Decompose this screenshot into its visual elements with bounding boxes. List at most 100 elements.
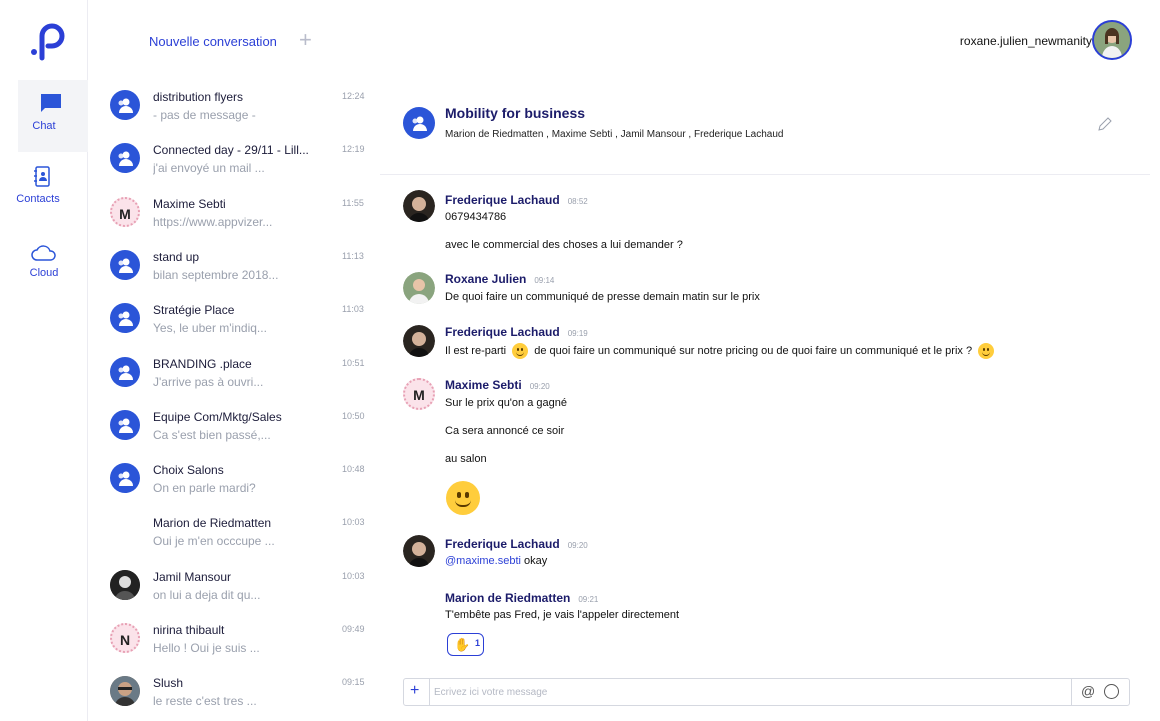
conversation-time: 10:48 [342, 464, 365, 475]
conversation-preview: J'arrive pas à ouvri... [153, 374, 264, 389]
conversation-preview: le reste c'est tres ... [153, 694, 257, 709]
message-text: avec le commercial des choses a lui dema… [445, 239, 683, 251]
conversation-time: 11:13 [342, 250, 364, 261]
divider [429, 679, 430, 705]
app-window: Chat Contacts Cloud Nouvelle conversatio… [0, 0, 1160, 721]
message-text: au salon [445, 453, 487, 465]
room-avatar [403, 107, 435, 139]
conversation-item[interactable]: Nnirina thibault Hello ! Oui je suis ... 0… [88, 613, 380, 665]
nav-item-contacts[interactable]: Contacts [16, 165, 68, 225]
conversation-preview: On en parle mardi? [153, 481, 256, 496]
conversation-name: Equipe Com/Mktg/Sales [153, 409, 282, 424]
sender-avatar [403, 272, 435, 304]
conversation-time: 10:03 [342, 570, 365, 581]
conversation-item[interactable]: Jamil Mansour on lui a deja dit qu... 10:0… [88, 560, 380, 612]
contact-avatar [110, 569, 140, 600]
nav-label-contacts: Contacts [16, 193, 60, 205]
smile-emoji-icon [512, 343, 529, 359]
conversation-item[interactable]: Equipe Com/Mktg/Sales Ca s'est bien passé… [88, 400, 380, 452]
group-avatar [110, 90, 140, 120]
emoji-picker-icon[interactable] [1104, 684, 1119, 699]
conversation-item[interactable]: Stratégie Place Yes, le uber m'indiq... 11… [88, 293, 380, 345]
new-conversation-link[interactable]: Nouvelle conversation [149, 34, 277, 49]
conversation-time: 10:51 [342, 357, 365, 368]
conversation-name: Jamil Mansour [153, 569, 232, 584]
group-avatar [110, 463, 140, 494]
group-icon [118, 365, 133, 380]
conversation-preview: Yes, le uber m'indiq... [153, 321, 267, 336]
message-input[interactable] [434, 682, 1064, 702]
conversation-item[interactable]: distribution flyers - pas de message - 12:… [88, 80, 380, 132]
conversation-preview: Hello ! Oui je suis ... [153, 641, 260, 655]
conversation-name: Marion de Riedmatten [153, 516, 272, 531]
user-avatar[interactable] [1092, 20, 1132, 60]
new-conversation-plus-icon[interactable]: + [299, 27, 312, 53]
message-sender: Marion de Riedmatten 09:21 [445, 591, 599, 605]
conversation-time: 11:03 [342, 304, 364, 315]
conversation-item[interactable]: M Maxime Sebti https://www.appvizer... 11:5… [88, 187, 380, 239]
conversation-preview: Oui je m'en occcupe ... [153, 534, 275, 549]
conversation-preview: on lui a deja dit qu... [153, 587, 261, 602]
user-mention[interactable]: @maxime.sebti [445, 555, 521, 567]
conversation-name: Slush [153, 676, 184, 691]
app-logo-icon[interactable] [30, 22, 70, 62]
conversation-item[interactable]: Choix Salons On en parle mardi? 10:48 [88, 453, 380, 505]
conversation-name: BRANDING .place [153, 356, 252, 371]
conversation-item[interactable]: stand up bilan septembre 2018... 11:13 [88, 240, 380, 292]
user-photo-icon [1094, 22, 1130, 58]
attach-plus-icon[interactable]: + [410, 682, 419, 700]
message-text: T'embête pas Fred, je vais l'appeler dir… [445, 609, 680, 621]
sender-avatar: M [403, 378, 435, 410]
conversation-name: Maxime Sebti [153, 196, 226, 211]
conversation-list: distribution flyers - pas de message - 12:… [88, 75, 380, 721]
conversation-preview: j'ai envoyé un mail ... [153, 161, 265, 176]
group-icon [412, 116, 427, 131]
conversation-preview: bilan septembre 2018... [153, 267, 279, 282]
conversation-name: distribution flyers [153, 90, 244, 104]
conversation-item[interactable]: BRANDING .place J'arrive pas à ouvri... 10… [88, 347, 380, 399]
group-icon [118, 258, 133, 273]
conversation-item[interactable]: Connected day - 29/11 - Lill... j'ai envo… [88, 133, 380, 185]
conversation-name: stand up [153, 249, 200, 264]
room-header: Mobility for business Marion de Riedmatt… [380, 75, 1150, 175]
conversation-time: 10:03 [342, 517, 365, 528]
edit-pencil-icon[interactable] [1096, 115, 1114, 133]
conversation-item[interactable]: Slush le reste c'est tres ... 09:15 [88, 666, 380, 718]
group-avatar [110, 356, 140, 387]
big-smile-emoji-icon [446, 481, 480, 515]
nav-item-cloud[interactable]: Cloud [18, 243, 70, 303]
message-text: Il est re-parti de quoi faire un communi… [445, 343, 997, 359]
conversation-preview: Ca s'est bien passé,... [153, 427, 271, 442]
conversation-time: 10:50 [342, 410, 365, 421]
group-icon [118, 98, 133, 113]
mention-at-icon[interactable]: @ [1081, 683, 1095, 699]
message-sender: Frederique Lachaud 09:19 [445, 325, 588, 339]
message-time: 08:52 [567, 197, 588, 206]
contact-avatar [110, 676, 140, 707]
message-text: @maxime.sebti okay [445, 555, 548, 567]
conversation-time: 12:24 [342, 91, 365, 101]
nav-item-chat[interactable]: Chat [18, 80, 88, 152]
group-avatar [110, 409, 140, 440]
message-sender: Maxime Sebti 09:20 [445, 378, 550, 392]
conversation-name: Connected day - 29/11 - Lill... [153, 143, 309, 158]
message-time: 09:20 [567, 541, 588, 550]
nav-rail: Chat Contacts Cloud [0, 0, 88, 721]
username-label[interactable]: roxane.julien_newmanity [960, 34, 1092, 48]
group-icon [118, 311, 133, 327]
reaction-thumbs-up[interactable]: ✋ 1 [447, 633, 484, 656]
message-text: Ca sera annoncé ce soir [445, 425, 565, 437]
conversation-item[interactable]: Marion de Riedmatten Oui je m'en occcupe … [88, 506, 380, 558]
address-book-icon [34, 166, 50, 187]
conversation-preview: https://www.appvizer... [153, 214, 273, 229]
message-time: 09:21 [578, 595, 599, 604]
chat-pane: Mobility for business Marion de Riedmatt… [380, 75, 1160, 721]
conversation-time: 12:19 [342, 144, 365, 155]
divider [1071, 679, 1072, 705]
message-sender: Roxane Julien 09:14 [445, 272, 555, 286]
message-sender: Frederique Lachaud 08:52 [445, 193, 588, 207]
group-avatar [110, 249, 140, 280]
nav-label-cloud: Cloud [29, 267, 59, 279]
conversation-name: Choix Salons [153, 463, 224, 478]
initial-avatar: N [110, 623, 140, 653]
